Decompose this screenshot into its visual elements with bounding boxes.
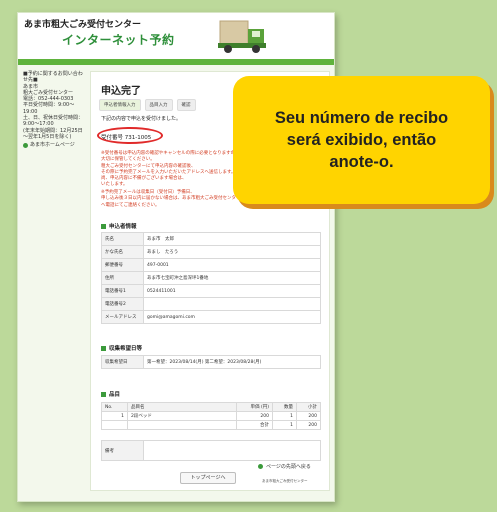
highlight-circle: [97, 127, 163, 144]
callout-box: Seu número de recibo será exibido, então…: [233, 76, 490, 204]
col-header: 数量: [272, 402, 297, 412]
row-value: 第一希望：2023/08/14(月) 第二希望：2023/08/28(月): [143, 355, 321, 369]
remarks-value: [143, 440, 321, 461]
table-row: 1 2段ベッド 200 1 200: [101, 411, 321, 421]
item-price: 200: [236, 411, 273, 421]
progress-steps: 申込者情報入力 品目入力 確認: [99, 99, 196, 111]
total-label: 合計: [236, 420, 273, 430]
table-row: 電話番号1 0524411001: [101, 284, 321, 298]
empty-cell: [127, 420, 237, 430]
applicant-heading-label: 申込者情報: [109, 224, 137, 230]
bullet-icon: [23, 142, 28, 148]
total-qty: 1: [272, 420, 297, 430]
row-value: あまし たろう: [143, 245, 321, 259]
col-header: 単価 (円): [236, 402, 273, 412]
row-label: メールアドレス: [101, 310, 144, 324]
table-row: 氏名 あま市 太郎: [101, 232, 321, 246]
truck-icon: [218, 20, 266, 53]
sidebar-line: ■予約に関するお問い合わせ先■: [23, 71, 83, 84]
back-to-top-link[interactable]: ページの先頭へ戻る: [258, 463, 311, 470]
step-items: 品目入力: [144, 99, 173, 111]
applicant-heading: 申込者情報: [101, 222, 137, 230]
sidebar-line: (年末年始期間：12月25日～翌年1月5日を除く): [23, 127, 83, 140]
row-value: [143, 297, 321, 311]
items-heading-label: 品目: [109, 392, 121, 398]
sidebar-line: 平日受付時間：9:00～19:00: [23, 102, 75, 115]
row-label: 郵便番号: [101, 258, 144, 272]
row-label: かな氏名: [101, 245, 144, 259]
step-confirm: 確認: [176, 99, 196, 111]
row-value: 497-0001: [143, 258, 321, 272]
remarks-label: 備考: [101, 440, 144, 461]
table-row: 備考: [101, 440, 321, 461]
row-label: 電話番号1: [101, 284, 144, 298]
remarks-table: 備考: [101, 440, 321, 461]
item-name: 2段ベッド: [127, 411, 237, 421]
complete-message: 下記の内容で申込を受付けました。: [101, 116, 182, 122]
row-label: 収集希望日: [101, 355, 144, 369]
bullet-icon: [258, 464, 263, 469]
row-value: 0524411001: [143, 284, 321, 298]
table-row: メールアドレス gomi@amagomi.com: [101, 310, 321, 324]
table-row: かな氏名 あまし たろう: [101, 245, 321, 259]
item-qty: 1: [272, 411, 297, 421]
footer: あま市粗大ごみ受付センター: [262, 479, 308, 483]
section-marker-icon: [101, 223, 106, 229]
header: あま市粗大ごみ受付センター インターネット予約: [18, 13, 334, 59]
table-header-row: No. 品目名 単価 (円) 数量 小計: [101, 402, 321, 412]
sidebar-line: 土、日、祝休日受付時間：9:00～17:00: [23, 115, 84, 128]
total-value: 200: [296, 420, 321, 430]
col-header: 品目名: [127, 402, 237, 412]
top-page-button[interactable]: トップページへ: [180, 472, 236, 484]
sidebar: ■予約に関するお問い合わせ先■ あま市 粗大ごみ受付センター 電話：052-44…: [23, 71, 85, 149]
item-subtotal: 200: [296, 411, 321, 421]
collection-heading-label: 収集希望日等: [109, 346, 143, 352]
row-value: gomi@amagomi.com: [143, 310, 321, 324]
total-row: 合計 1 200: [101, 420, 321, 430]
empty-cell: [101, 420, 128, 430]
page-title: 申込完了: [101, 86, 141, 97]
section-marker-icon: [101, 345, 106, 351]
applicant-table: 氏名 あま市 太郎 かな氏名 あまし たろう 郵便番号 497-0001 住所 あま市七…: [101, 232, 321, 324]
row-label: 電話番号2: [101, 297, 144, 311]
collection-table: 収集希望日 第一希望：2023/08/14(月) 第二希望：2023/08/28(…: [101, 355, 321, 369]
row-label: 氏名: [101, 232, 144, 246]
org-name: あま市粗大ごみ受付センター: [24, 20, 142, 30]
section-marker-icon: [101, 391, 106, 397]
row-value: あま市七宝町沖之島深坪1番地: [143, 271, 321, 285]
row-value: あま市 太郎: [143, 232, 321, 246]
callout-text: Seu número de recibo será exibido, então…: [274, 109, 449, 171]
table-row: 収集希望日 第一希望：2023/08/14(月) 第二希望：2023/08/28(…: [101, 355, 321, 369]
home-link-label: あま市ホームページ: [30, 142, 75, 149]
table-row: 住所 あま市七宝町沖之島深坪1番地: [101, 271, 321, 285]
header-bar: [18, 59, 334, 65]
items-heading: 品目: [101, 390, 120, 398]
item-no: 1: [101, 411, 128, 421]
collection-heading: 収集希望日等: [101, 344, 142, 352]
step-applicant: 申込者情報入力: [99, 99, 141, 111]
table-row: 電話番号2: [101, 297, 321, 311]
col-header: 小計: [296, 402, 321, 412]
row-label: 住所: [101, 271, 144, 285]
back-to-top-label: ページの先頭へ戻る: [266, 464, 311, 470]
home-link[interactable]: あま市ホームページ: [23, 142, 85, 148]
table-row: 郵便番号 497-0001: [101, 258, 321, 272]
service-title: インターネット予約: [62, 33, 175, 47]
items-table: No. 品目名 単価 (円) 数量 小計 1 2段ベッド 200 1 200 合…: [101, 402, 321, 430]
col-header: No.: [101, 402, 128, 412]
